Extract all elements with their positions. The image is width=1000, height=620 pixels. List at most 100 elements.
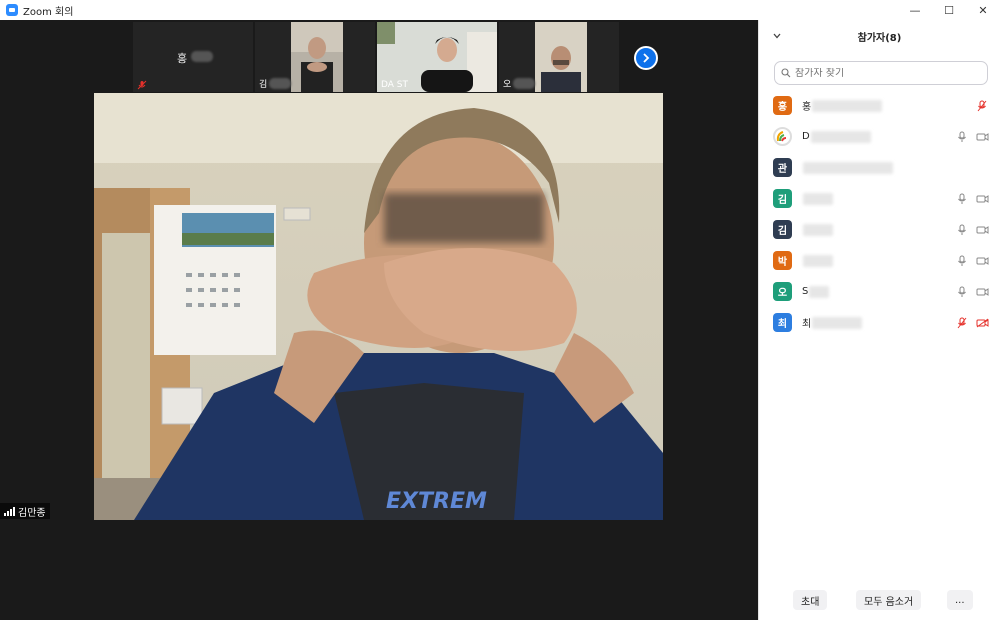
- participant-row[interactable]: D: [759, 121, 1000, 152]
- participant-name-text: 최: [802, 319, 812, 330]
- avatar: 김: [773, 220, 792, 239]
- participant-name: D: [802, 130, 871, 143]
- window-title: Zoom 회의: [23, 6, 74, 18]
- blurred-name: [190, 51, 213, 62]
- participant-row[interactable]: 오S: [759, 276, 1000, 307]
- participant-status-icons: [955, 316, 989, 330]
- avatar: 김: [773, 189, 792, 208]
- gallery-strip: 홍 김 DA ST 오: [133, 22, 619, 92]
- tile-label: 김: [259, 77, 292, 90]
- video-icon: [975, 223, 989, 237]
- participant-status-icons: [955, 130, 989, 144]
- chevron-down-icon: [773, 33, 781, 39]
- maximize-button[interactable]: ☐: [932, 0, 966, 20]
- chevron-right-icon: [643, 53, 650, 63]
- mic-icon: [955, 192, 969, 206]
- search-input[interactable]: [795, 67, 965, 79]
- participant-status-icons: [955, 192, 989, 206]
- video-icon: [975, 130, 989, 144]
- zoom-logo-icon: [6, 4, 18, 16]
- mic-icon: [955, 254, 969, 268]
- avatar: 오: [773, 282, 792, 301]
- participant-status-icons: [955, 254, 989, 268]
- meeting-stage: 홍 김 DA ST 오 EXTREM 김만종: [0, 20, 758, 620]
- blurred-name: [810, 130, 871, 143]
- title-bar: Zoom 회의 — ☐ ✕: [0, 0, 1000, 20]
- participant-video: [291, 22, 343, 92]
- avatar: 박: [773, 251, 792, 270]
- panel-title: 참가자(8): [857, 32, 902, 44]
- participant-name: 최: [802, 315, 863, 330]
- participant-row[interactable]: 김: [759, 214, 1000, 245]
- search-icon: [781, 68, 791, 78]
- participant-name: [802, 192, 833, 205]
- blurred-name: [803, 161, 893, 174]
- participants-panel: 참가자(8) 홍홍D관김김박오S최최 초대 모두 음소거 ...: [758, 20, 1000, 620]
- blurred-name: [513, 78, 536, 89]
- panel-footer: 초대 모두 음소거 ...: [759, 584, 1000, 620]
- blurred-name: [803, 223, 833, 236]
- invite-button[interactable]: 초대: [793, 590, 828, 610]
- avatar: 홍: [773, 96, 792, 115]
- mic-icon: [955, 285, 969, 299]
- gallery-tile[interactable]: 오: [499, 22, 619, 92]
- collapse-panel-button[interactable]: [771, 30, 783, 42]
- mic-muted-icon: [975, 99, 989, 113]
- self-name-label: 김만종: [0, 503, 50, 519]
- avatar: 관: [773, 158, 792, 177]
- blurred-name: [803, 192, 833, 205]
- blurred-name: [809, 285, 830, 298]
- tile-name: 홍: [177, 52, 188, 65]
- mic-icon: [955, 223, 969, 237]
- participant-row[interactable]: 김: [759, 183, 1000, 214]
- signal-strength-icon: [4, 506, 15, 516]
- minimize-button[interactable]: —: [898, 0, 932, 20]
- tile-name-center: 홍: [177, 50, 213, 66]
- gallery-tile[interactable]: 홍: [133, 22, 253, 92]
- participant-status-icons: [975, 99, 989, 113]
- participant-name: 홍: [802, 98, 883, 113]
- mic-icon: [955, 130, 969, 144]
- video-icon: [975, 192, 989, 206]
- gallery-tile[interactable]: DA ST: [377, 22, 497, 92]
- video-icon: [975, 254, 989, 268]
- participant-name: [802, 161, 893, 174]
- participant-name-text: S: [802, 286, 809, 297]
- participant-row[interactable]: 홍홍: [759, 90, 1000, 121]
- participant-name: [802, 254, 833, 267]
- blurred-name: [269, 78, 292, 89]
- more-options-button[interactable]: ...: [947, 590, 973, 610]
- participant-status-icons: [955, 285, 989, 299]
- participant-row[interactable]: 관: [759, 152, 1000, 183]
- participant-status-icons: [955, 223, 989, 237]
- svg-text:EXTREM: EXTREM: [386, 489, 487, 514]
- participant-name: [802, 223, 833, 236]
- participant-list: 홍홍D관김김박오S최최: [759, 90, 1000, 338]
- tile-label: 오: [503, 77, 536, 90]
- participant-row[interactable]: 박: [759, 245, 1000, 276]
- mute-all-button[interactable]: 모두 음소거: [856, 590, 922, 610]
- tile-name: 오: [503, 80, 512, 90]
- blurred-name: [812, 99, 883, 112]
- participant-name-text: 홍: [802, 102, 812, 113]
- video-icon: [975, 285, 989, 299]
- mic-muted-icon: [955, 316, 969, 330]
- tile-name: DA ST: [381, 80, 408, 90]
- participant-video: [535, 22, 587, 92]
- next-page-button[interactable]: [634, 46, 658, 70]
- blurred-name: [803, 254, 833, 267]
- tile-label: DA ST: [381, 80, 408, 90]
- participant-name: S: [802, 285, 830, 298]
- speaker-video-frame: EXTREM: [94, 93, 663, 520]
- blurred-name: [812, 316, 863, 329]
- gallery-tile[interactable]: 김: [255, 22, 375, 92]
- active-speaker-video[interactable]: EXTREM: [94, 93, 663, 520]
- panel-header: 참가자(8): [759, 20, 1000, 52]
- close-button[interactable]: ✕: [966, 0, 1000, 20]
- mic-muted-icon: [137, 80, 147, 90]
- tile-name: 김: [259, 80, 268, 90]
- video-off-icon: [975, 316, 989, 330]
- participant-search[interactable]: [774, 61, 988, 85]
- self-name: 김만종: [18, 507, 46, 519]
- participant-row[interactable]: 최최: [759, 307, 1000, 338]
